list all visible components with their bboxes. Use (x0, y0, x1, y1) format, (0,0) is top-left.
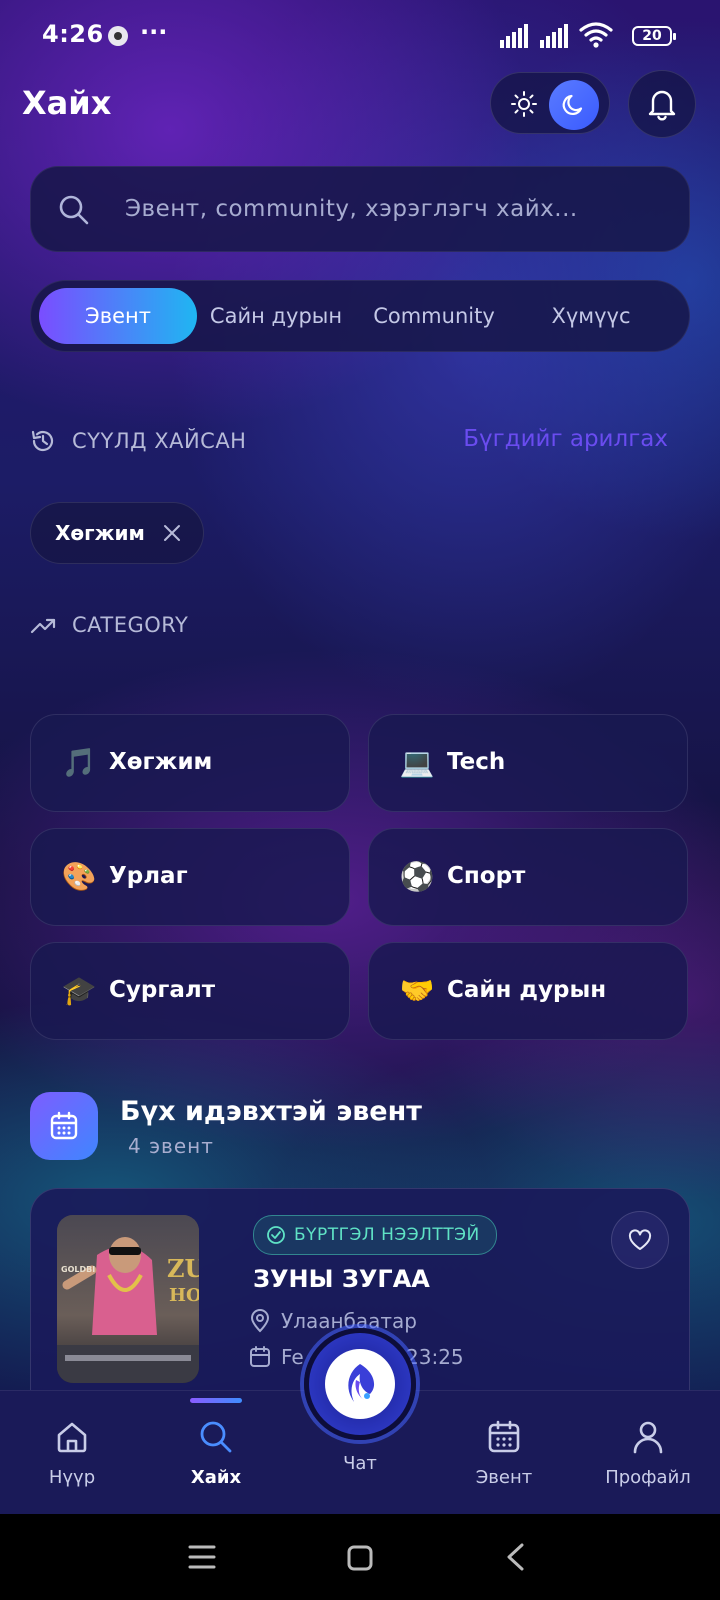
event-title: ЗУНЫ ЗУГАА (253, 1265, 430, 1293)
status-badge: БҮРТГЭЛ НЭЭЛТТЭЙ (253, 1215, 497, 1255)
category-education[interactable]: 🎓 Сургалт (30, 942, 350, 1040)
soccer-ball-icon: ⚽ (399, 860, 435, 893)
recent-searches-heading: СҮҮЛД ХАЙСАН (72, 429, 247, 453)
nav-home[interactable]: Нүүр (12, 1391, 132, 1515)
event-poster: ZUN HOM GOLDBI (57, 1215, 199, 1383)
search-tabs: Эвент Сайн дурын Community Хүмүүс (30, 280, 690, 352)
signal-2-icon (540, 22, 568, 48)
category-label: Урлаг (109, 863, 188, 889)
nav-label: Эвент (475, 1467, 533, 1488)
active-tab-indicator (190, 1398, 242, 1403)
signal-icon (500, 22, 528, 48)
page-title: Хайх (22, 84, 112, 122)
search-icon (200, 1421, 232, 1453)
category-label: Хөгжим (109, 749, 213, 775)
recent-chip[interactable]: Хөгжим (30, 502, 204, 564)
notifications-button[interactable] (628, 70, 696, 138)
theme-toggle[interactable] (490, 72, 610, 134)
search-bar[interactable] (30, 166, 690, 252)
poster-image: ZUN HOM GOLDBI (57, 1215, 199, 1383)
location-pin-icon (250, 1309, 270, 1333)
nav-label: Чат (343, 1453, 377, 1474)
music-icon: 🎵 (61, 746, 97, 779)
status-badge-label: БҮРТГЭЛ НЭЭЛТТЭЙ (294, 1225, 480, 1245)
system-nav-bar (0, 1514, 720, 1600)
home-icon (57, 1422, 87, 1453)
moon-icon (562, 94, 583, 115)
event-date-suffix: 23:25 (406, 1345, 464, 1369)
tab-volunteer[interactable]: Сайн дурын (201, 288, 351, 344)
back-icon[interactable] (504, 1542, 526, 1572)
category-label: Сургалт (109, 977, 216, 1003)
poster-text-2: HOM (169, 1285, 199, 1306)
dark-mode-button[interactable] (549, 80, 599, 130)
tab-community[interactable]: Community (361, 288, 507, 344)
recent-apps-icon[interactable] (188, 1544, 216, 1570)
nav-label: Нүүр (48, 1467, 96, 1488)
nav-label: Профайл (605, 1467, 691, 1488)
recent-chip-label: Хөгжим (55, 521, 145, 545)
nav-events[interactable]: Эвент (444, 1391, 564, 1515)
app-notification-icon (108, 26, 128, 46)
status-more-icon: ··· (140, 18, 168, 46)
events-heading: Бүх идэвхтэй эвент (120, 1096, 422, 1127)
category-art[interactable]: 🎨 Урлаг (30, 828, 350, 926)
tab-people[interactable]: Хүмүүс (521, 288, 661, 344)
calendar-icon (488, 1420, 520, 1453)
battery-indicator: 20 (632, 26, 676, 46)
nav-search[interactable]: Хайх (156, 1391, 276, 1515)
bell-icon (648, 90, 676, 121)
category-tech[interactable]: 💻 Tech (368, 714, 688, 812)
events-count: 4 эвент (128, 1134, 214, 1158)
chat-fab-button[interactable] (304, 1328, 416, 1440)
handshake-icon: 🤝 (399, 974, 435, 1007)
poster-caption: GOLDBI (61, 1265, 95, 1274)
poster-text: ZUN (167, 1254, 199, 1283)
category-music[interactable]: 🎵 Хөгжим (30, 714, 350, 812)
heart-icon (628, 1229, 652, 1250)
nav-profile[interactable]: Профайл (588, 1391, 708, 1515)
favorite-button[interactable] (611, 1211, 669, 1269)
palette-icon: 🎨 (61, 860, 97, 893)
category-volunteer[interactable]: 🤝 Сайн дурын (368, 942, 688, 1040)
clear-all-link[interactable]: Бүгдийг арилгах (463, 426, 668, 452)
search-icon (59, 195, 89, 225)
trending-icon (30, 618, 56, 634)
check-circle-icon (267, 1226, 285, 1244)
category-sport[interactable]: ⚽ Спорт (368, 828, 688, 926)
chat-logo-icon (348, 1364, 375, 1402)
event-date-prefix: Fe (281, 1345, 304, 1369)
tab-events[interactable]: Эвент (39, 288, 197, 344)
search-input[interactable] (125, 167, 665, 251)
home-button-icon[interactable] (346, 1544, 374, 1572)
nav-label: Хайх (190, 1467, 242, 1488)
category-label: Tech (447, 749, 506, 775)
wifi-icon (579, 22, 613, 48)
close-icon[interactable] (161, 522, 183, 544)
graduation-cap-icon: 🎓 (61, 974, 97, 1007)
calendar-icon (50, 1111, 78, 1140)
events-section-icon (30, 1092, 98, 1160)
user-icon (633, 1421, 663, 1454)
category-heading: CATEGORY (72, 613, 189, 637)
laptop-icon: 💻 (399, 746, 435, 779)
category-label: Сайн дурын (447, 977, 607, 1003)
calendar-small-icon (250, 1346, 270, 1367)
category-label: Спорт (447, 863, 526, 889)
sun-icon[interactable] (510, 90, 538, 118)
history-icon (31, 430, 54, 452)
status-time: 4:26 (42, 20, 104, 48)
chat-logo (325, 1349, 395, 1419)
